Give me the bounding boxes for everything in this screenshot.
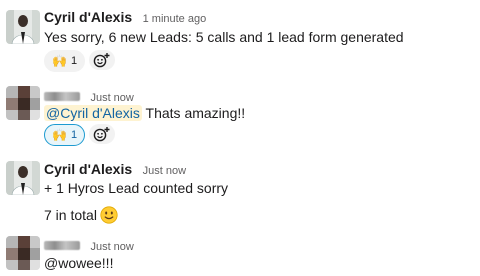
message-text: @wowee!!! (44, 255, 114, 271)
message-text-line-1: + 1 Hyros Lead counted sorry (44, 180, 229, 196)
author-name-redacted[interactable] (44, 241, 80, 251)
add-emoji-icon (93, 127, 110, 142)
author-name[interactable]: Cyril d'Alexis (44, 9, 132, 25)
timestamp[interactable]: Just now (90, 241, 133, 253)
avatar-user-blurred[interactable] (6, 236, 40, 270)
reaction-count: 1 (70, 129, 78, 141)
author-name-redacted[interactable] (44, 92, 80, 102)
user-mention[interactable]: @Cyril d'Alexis (44, 105, 142, 121)
message-body: 7 in total (44, 207, 97, 223)
raised-hands-icon: 🙌 (52, 128, 67, 142)
message-text-line-2: 7 in total (44, 206, 118, 227)
add-reaction-button[interactable] (89, 50, 116, 70)
reaction-raised-hands[interactable]: 🙌 1 (44, 124, 86, 146)
timestamp[interactable]: 1 minute ago (143, 13, 207, 25)
reactions-bar: 🙌 1 (44, 124, 116, 146)
avatar-cyril[interactable] (6, 161, 40, 195)
timestamp[interactable]: Just now (90, 92, 133, 104)
timestamp[interactable]: Just now (143, 165, 186, 177)
avatar-user-blurred[interactable] (6, 86, 40, 120)
message-body: Thats amazing!! (145, 105, 246, 121)
raised-hands-icon: 🙌 (52, 54, 67, 68)
message-text: Yes sorry, 6 new Leads: 5 calls and 1 le… (44, 29, 404, 45)
reaction-count: 1 (70, 55, 78, 67)
message-text: @Cyril d'Alexis Thats amazing!! (44, 105, 245, 121)
reaction-raised-hands[interactable]: 🙌 1 (44, 50, 86, 72)
slightly-smiling-face-icon (100, 206, 118, 227)
reactions-bar: 🙌 1 (44, 50, 116, 72)
add-emoji-icon (93, 53, 110, 68)
author-name[interactable]: Cyril d'Alexis (44, 161, 132, 177)
avatar-cyril[interactable] (6, 10, 40, 44)
add-reaction-button[interactable] (89, 124, 116, 144)
